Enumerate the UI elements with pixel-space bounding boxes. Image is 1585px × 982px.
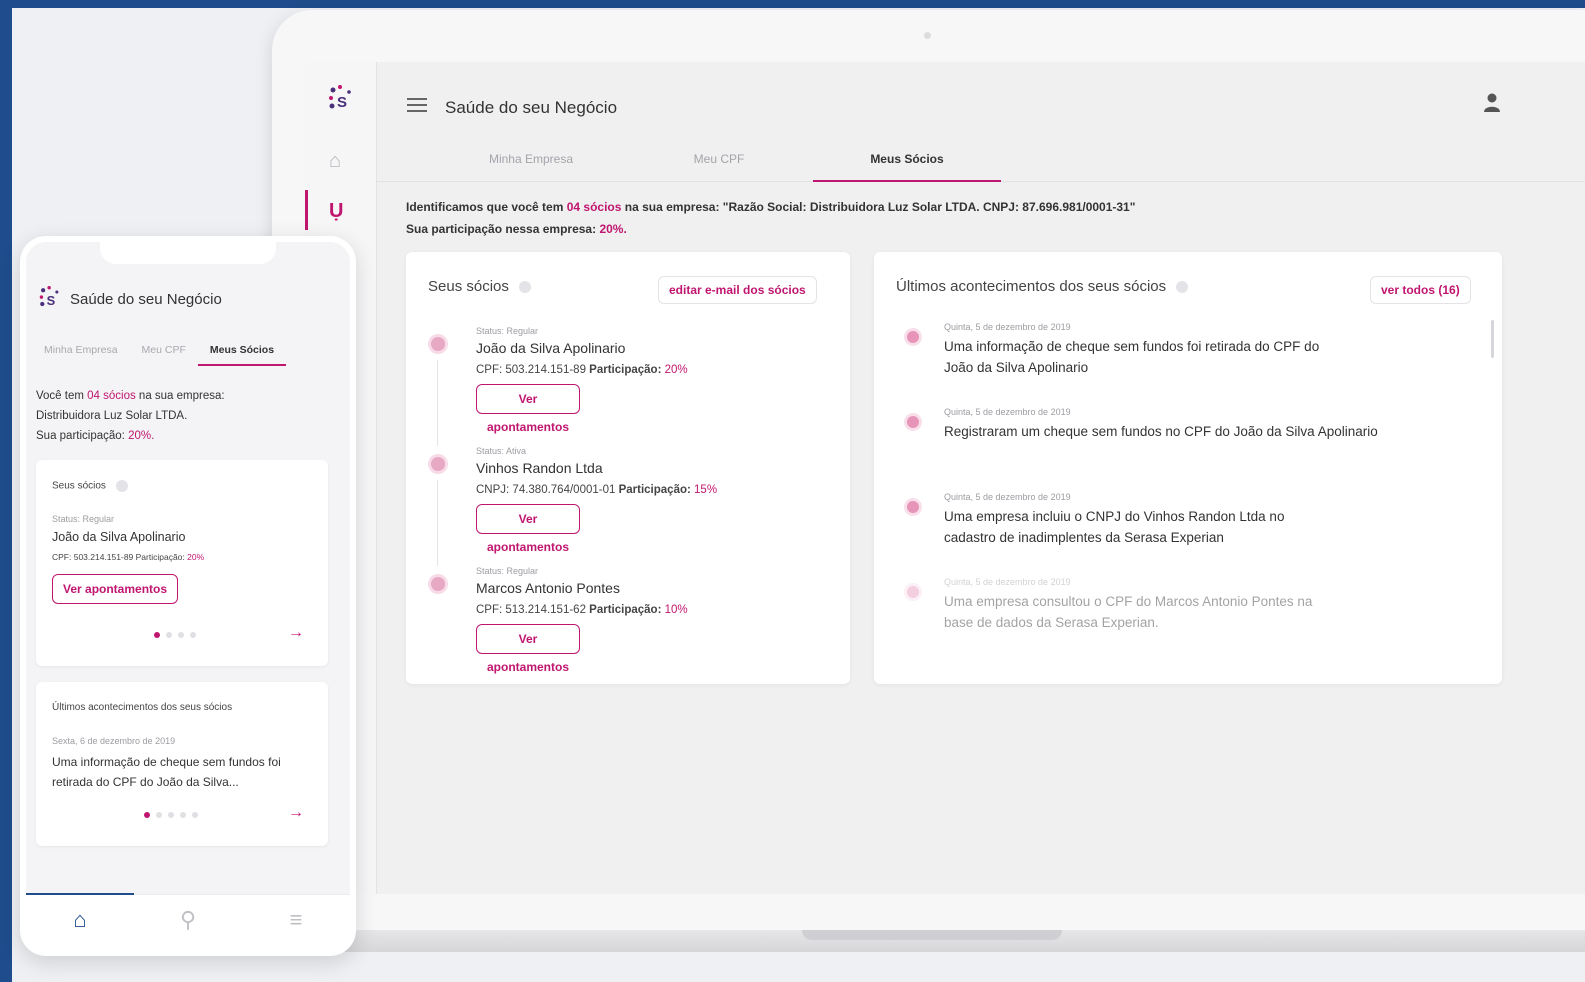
info-icon[interactable] [518,281,531,294]
view-records-button[interactable]: Ver apontamentos [476,384,580,434]
partner-doc: CNPJ: 74.380.764/0001-01 Participação: 1… [476,484,718,496]
partner-name: João da Silva Apolinario [476,340,626,356]
event-alert-icon [904,583,922,601]
partner-avatar-icon [428,334,448,354]
info-icon[interactable] [1176,281,1189,294]
see-all-events-button[interactable]: ver todos (16) [1370,276,1471,304]
phone-frame: S Saúde do seu Negócio Minha Empresa Meu… [20,236,356,956]
view-records-button[interactable]: Ver apontamentos [52,574,179,604]
arrow-right-icon[interactable]: → [288,804,304,822]
mobile-events-card: Últimos acontecimentos dos seus sócios S… [36,682,328,846]
user-icon[interactable] [1482,92,1502,114]
mobile-tab-meu-cpf[interactable]: Meu CPF [130,338,198,366]
event-alert-icon [904,413,922,431]
phone-notch [100,242,276,264]
svg-text:S: S [47,293,56,308]
stethoscope-icon[interactable]: Ụ [329,200,343,223]
menu-icon[interactable]: ≡ [242,907,350,933]
laptop-base [272,930,1585,952]
bottom-nav-active-indicator [26,893,134,895]
mobile-tab-bar: Minha Empresa Meu CPF Meus Sócios [32,338,287,366]
edit-partners-email-button[interactable]: editar e-mail dos sócios [658,276,817,304]
tab-minha-empresa[interactable]: Minha Empresa [437,138,625,182]
arrow-right-icon[interactable]: → [288,624,304,642]
view-records-button[interactable]: Ver apontamentos [476,624,580,674]
scrollbar[interactable] [1491,320,1494,358]
partner-avatar-icon [428,454,448,474]
mobile-partners-card: Seus sócios Status: Regular João da Silv… [36,460,328,666]
partner-name: Marcos Antonio Pontes [476,580,620,596]
top-bar: Saúde do seu Negócio Minha Empresa Meu C… [377,62,1585,182]
svg-text:S: S [337,94,347,111]
mobile-intro-text: Você tem 04 sócios na sua empresa: Distr… [36,390,225,442]
intro-text: Identificamos que você tem 04 sócios na … [406,200,1136,236]
partner-name: João da Silva Apolinario [52,530,186,544]
camera-dot [924,32,931,39]
partner-name: Vinhos Randon Ltda [476,460,603,476]
event-alert-icon [904,498,922,516]
view-records-button[interactable]: Ver apontamentos [476,504,580,554]
menu-icon[interactable] [407,98,427,112]
carousel-dots[interactable] [144,812,198,818]
events-card-title: Últimos acontecimentos dos seus sócios [896,278,1189,295]
page-title: Saúde do seu Negócio [445,98,618,117]
user-icon[interactable]: ⚲ [134,907,242,933]
home-icon[interactable]: ⌂ [26,907,134,933]
laptop-frame: S ⌂ Ụ Saúde do seu Negócio Minha Empresa… [272,10,1585,930]
mobile-tab-meus-socios[interactable]: Meus Sócios [197,338,287,366]
tab-meus-socios[interactable]: Meus Sócios [813,138,1001,182]
partners-card-title: Seus sócios [428,278,531,295]
info-icon[interactable] [115,480,128,492]
mobile-tab-minha-empresa[interactable]: Minha Empresa [32,338,130,366]
laptop-screen: S ⌂ Ụ Saúde do seu Negócio Minha Empresa… [305,62,1585,894]
sidebar-active-indicator [305,190,308,230]
brand-logo-icon: S [39,286,59,308]
partner-avatar-icon [428,574,448,594]
tab-meu-cpf[interactable]: Meu CPF [625,138,813,182]
partner-doc: CPF: 513.214.151-62 Participação: 10% [476,604,688,616]
event-alert-icon [904,328,922,346]
brand-logo-icon: S [329,85,351,111]
events-card: Últimos acontecimentos dos seus sócios v… [874,252,1502,684]
mobile-page-title: Saúde do seu Negócio [70,291,222,308]
home-icon[interactable]: ⌂ [329,150,341,173]
partner-doc: CPF: 503.214.151-89 Participação: 20% [476,364,688,376]
partners-card: Seus sócios editar e-mail dos sócios Sta… [406,252,850,684]
mobile-bottom-nav: ⌂ ⚲ ≡ [26,893,350,950]
carousel-dots[interactable] [154,632,196,638]
tab-bar: Minha Empresa Meu CPF Meus Sócios [437,138,1001,182]
